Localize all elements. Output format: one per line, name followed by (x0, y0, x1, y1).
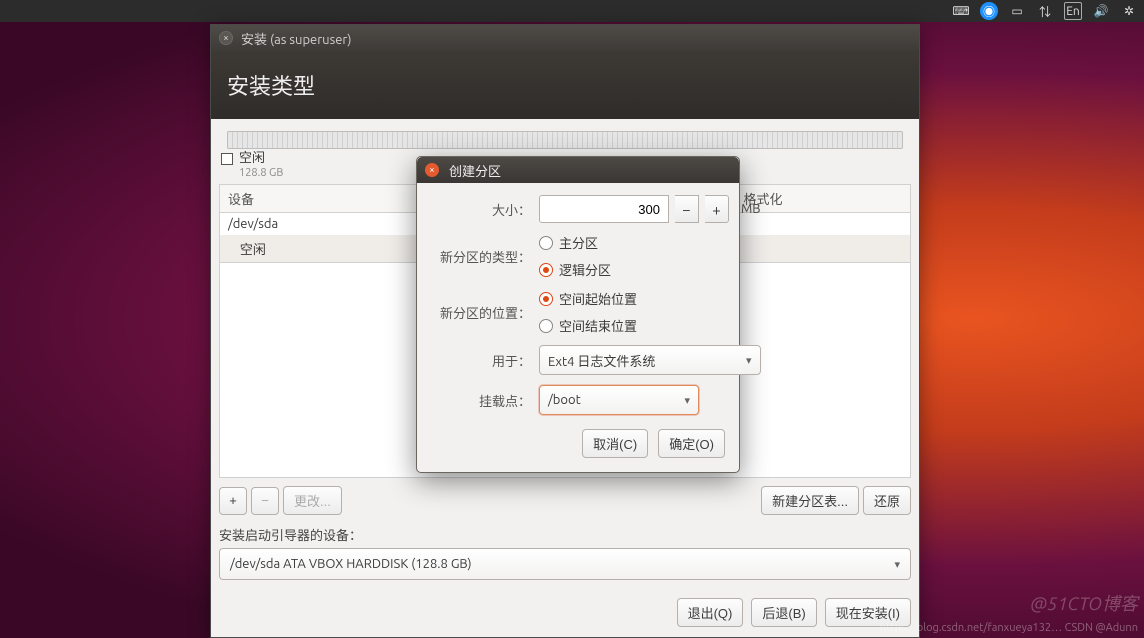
radio-primary[interactable]: 主分区 (539, 233, 761, 252)
close-icon[interactable]: × (219, 31, 233, 45)
keyboard-icon[interactable]: ⌨ (952, 2, 970, 20)
window-titlebar[interactable]: × 安装 (as superuser) (211, 25, 919, 51)
window-title: 安装 (as superuser) (241, 29, 351, 48)
bootloader-device-value: /dev/sda ATA VBOX HARDDISK (128.8 GB) (230, 557, 472, 571)
mount-point-value: /boot (548, 393, 581, 407)
filesystem-combo[interactable]: Ext4 日志文件系统 (539, 345, 761, 375)
radio-dot (539, 292, 553, 306)
partition-toolbar: + − 更改... 新建分区表... 还原 (219, 486, 911, 515)
free-space-swatch (221, 153, 233, 165)
mount-point-combo[interactable]: /boot (539, 385, 699, 415)
watermark: @51CTO博客 (1030, 590, 1138, 616)
cell-device: /dev/sda (220, 212, 430, 235)
radio-primary-label: 主分区 (559, 233, 598, 252)
page-title: 安装类型 (211, 51, 919, 119)
cancel-button[interactable]: 取消(C) (582, 429, 648, 458)
partition-location-label: 新分区的位置： (431, 303, 531, 322)
new-partition-table-button[interactable]: 新建分区表... (761, 486, 859, 515)
filesystem-value: Ext4 日志文件系统 (548, 351, 655, 370)
size-unit: MB (741, 202, 761, 216)
change-partition-button[interactable]: 更改... (283, 486, 342, 515)
revert-button[interactable]: 还原 (863, 486, 911, 515)
mount-point-label: 挂载点： (431, 391, 531, 410)
quit-button[interactable]: 退出(Q) (677, 598, 744, 627)
cell-device: 空闲 (220, 235, 430, 263)
col-device[interactable]: 设备 (220, 184, 430, 212)
add-partition-button[interactable]: + (219, 487, 247, 515)
radio-logical[interactable]: 逻辑分区 (539, 260, 761, 279)
dialog-title: 创建分区 (449, 161, 501, 180)
input-language-indicator[interactable]: En (1064, 2, 1082, 20)
bootloader-device-combo[interactable]: /dev/sda ATA VBOX HARDDISK (128.8 GB) (219, 548, 911, 580)
size-input[interactable] (539, 195, 669, 223)
partition-type-label: 新分区的类型： (431, 247, 531, 266)
network-icon[interactable]: ⇅ (1036, 2, 1054, 20)
radio-location-begin[interactable]: 空间起始位置 (539, 289, 761, 308)
bootloader-label: 安装启动引导器的设备： (219, 525, 911, 544)
use-as-label: 用于： (431, 351, 531, 370)
col-format[interactable]: 格式化 (736, 184, 911, 212)
size-increment-button[interactable]: + (705, 195, 729, 223)
size-decrement-button[interactable]: − (675, 195, 699, 223)
volume-icon[interactable]: 🔊 (1092, 2, 1110, 20)
cell-format (736, 212, 911, 235)
partition-size-strip[interactable] (227, 131, 903, 149)
close-icon[interactable]: × (425, 163, 439, 177)
radio-dot (539, 263, 553, 277)
radio-location-end[interactable]: 空间结束位置 (539, 316, 761, 335)
free-space-label: 空闲 (239, 151, 283, 167)
accessibility-icon[interactable]: ◉ (980, 2, 998, 20)
size-label: 大小： (431, 200, 531, 219)
radio-logical-label: 逻辑分区 (559, 260, 611, 279)
radio-location-begin-label: 空间起始位置 (559, 289, 637, 308)
ok-button[interactable]: 确定(O) (658, 429, 725, 458)
free-space-size: 128.8 GB (239, 167, 283, 180)
remove-partition-button[interactable]: − (251, 487, 279, 515)
system-menubar: ⌨ ◉ ▭ ⇅ En 🔊 ✲ (0, 0, 1144, 22)
back-button[interactable]: 后退(B) (751, 598, 816, 627)
create-partition-dialog: × 创建分区 大小： − + MB 新分区的类型： 主分区 逻辑分区 新分区的位… (416, 156, 740, 473)
radio-dot (539, 236, 553, 250)
radio-location-end-label: 空间结束位置 (559, 316, 637, 335)
wizard-footer: 退出(Q) 后退(B) 现在安装(I) (211, 588, 919, 637)
battery-icon[interactable]: ▭ (1008, 2, 1026, 20)
cell-format (736, 235, 911, 263)
watermark: https://blog.csdn.net/fanxueya132… CSDN … (880, 622, 1138, 634)
radio-dot (539, 319, 553, 333)
dialog-titlebar[interactable]: × 创建分区 (417, 157, 739, 183)
system-gear-icon[interactable]: ✲ (1120, 2, 1138, 20)
